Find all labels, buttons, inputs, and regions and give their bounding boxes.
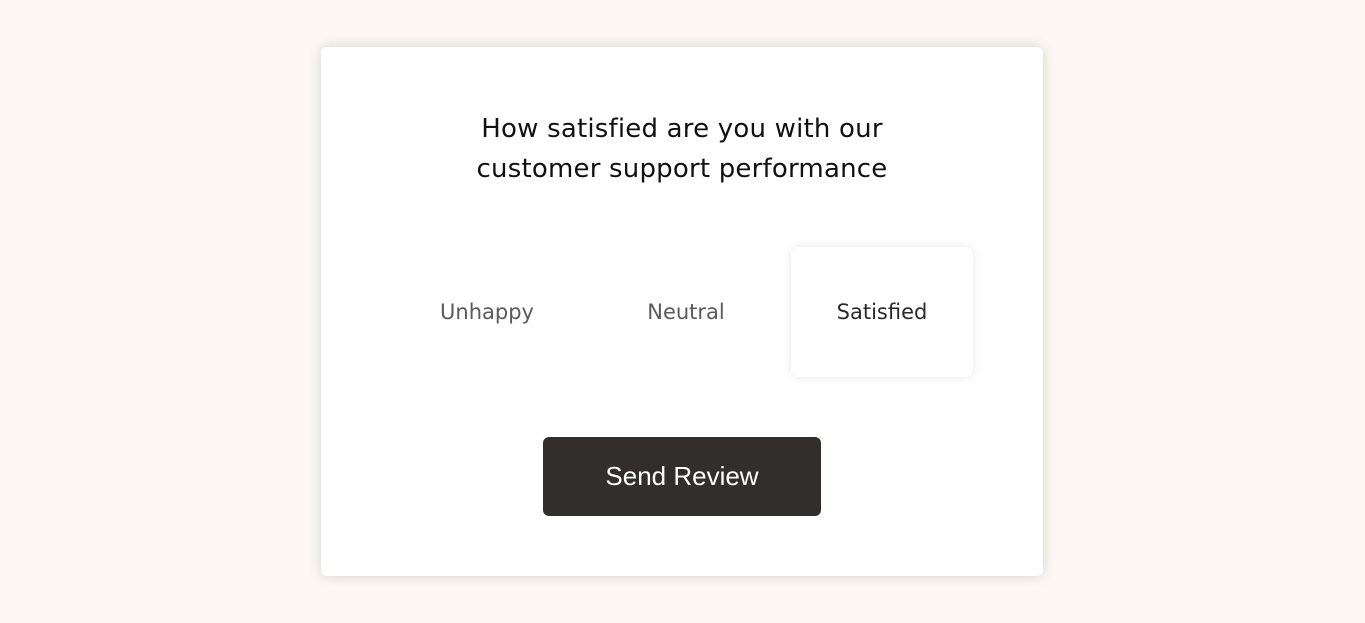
option-satisfied[interactable]: Satisfied: [791, 247, 973, 377]
option-unhappy-label: Unhappy: [440, 300, 534, 324]
question-line-2: customer support performance: [476, 154, 888, 184]
rating-options: Unhappy Neutral Satisfied: [321, 247, 1043, 377]
send-review-button[interactable]: Send Review: [543, 437, 821, 516]
option-neutral[interactable]: Neutral: [595, 247, 777, 377]
option-satisfied-label: Satisfied: [836, 300, 928, 324]
survey-question: How satisfied are you with our customer …: [321, 109, 1043, 189]
review-card: How satisfied are you with our customer …: [321, 47, 1043, 576]
option-unhappy[interactable]: Unhappy: [396, 247, 578, 377]
page: How satisfied are you with our customer …: [0, 0, 1365, 623]
question-line-1: How satisfied are you with our: [481, 114, 883, 144]
option-neutral-label: Neutral: [647, 300, 725, 324]
